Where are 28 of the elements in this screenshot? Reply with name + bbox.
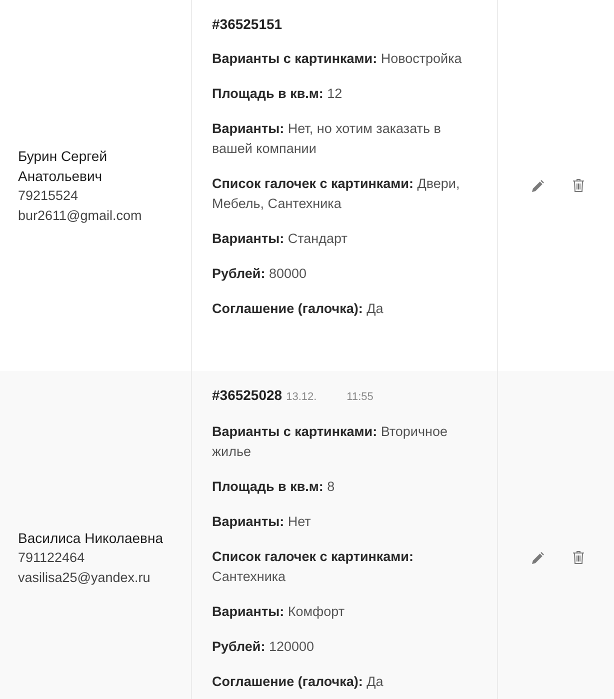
order-date: 13.12. — [286, 390, 317, 405]
order-field: Список галочек с картинками: Двери, Мебель, Сантехника — [212, 174, 477, 214]
order-field: Список галочек с картинками: Сантехника — [212, 547, 477, 587]
order-field: Варианты: Нет, но хотим заказать в вашей компании — [212, 119, 477, 159]
contact-name: Бурин Сергей Анатольевич — [18, 146, 108, 186]
contact-email: bur2611@gmail.com — [18, 206, 143, 225]
contact-phone: 79215524 — [18, 186, 80, 204]
trash-icon[interactable] — [572, 551, 584, 564]
order-field: Соглашение (галочка): Да — [212, 299, 477, 319]
contact-name: Василиса Николаевна — [18, 528, 164, 548]
pencil-icon[interactable] — [532, 180, 544, 192]
order-field: Варианты: Стандарт — [212, 229, 477, 249]
order-field: Площадь в кв.м: 8 — [212, 477, 477, 497]
order-number: #36525028 — [212, 386, 282, 405]
order-field: Соглашение (галочка): Да — [212, 672, 477, 692]
order-field: Варианты: Нет — [212, 512, 477, 532]
order-time: 11:55 — [346, 390, 374, 405]
order-field: Площадь в кв.м: 12 — [212, 84, 477, 104]
order-field: Варианты с картинками: Вторичное жилье — [212, 422, 477, 462]
order-field: Рублей: 80000 — [212, 264, 477, 284]
order-field: Варианты: Комфорт — [212, 602, 477, 622]
order-number: #36525151 — [212, 15, 282, 34]
trash-icon[interactable] — [572, 179, 584, 192]
pencil-icon[interactable] — [532, 552, 544, 564]
contact-phone: 791122464 — [18, 548, 86, 566]
order-field: Рублей: 120000 — [212, 637, 477, 657]
order-field: Варианты с картинками: Новостройка — [212, 49, 477, 69]
contact-email: vasilisa25@yandex.ru — [18, 568, 152, 587]
